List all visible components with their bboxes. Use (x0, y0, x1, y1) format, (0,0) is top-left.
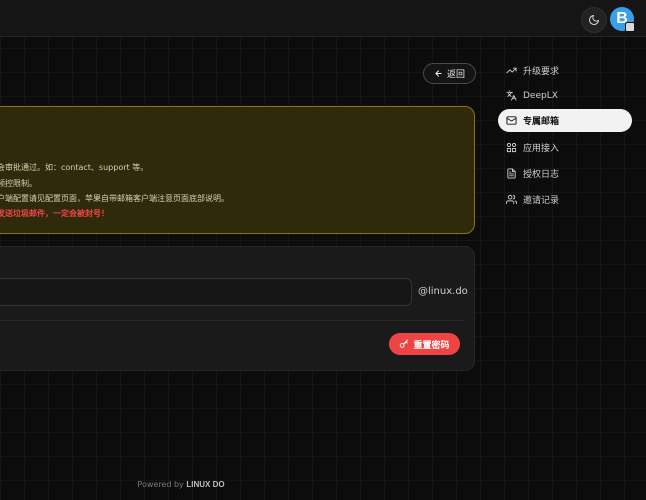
footer-prefix: Powered by (137, 480, 187, 489)
form-divider (0, 320, 463, 321)
key-icon (400, 339, 409, 348)
sidebar-item-label: 专属邮箱 (523, 117, 560, 127)
sidebar-item-email[interactable]: 专属邮箱 (498, 109, 632, 132)
back-button-label: 返回 (446, 70, 465, 80)
sidebar-item-upgrade[interactable]: 升级要求 (498, 59, 632, 82)
email-domain-suffix: @linux.do (418, 286, 468, 297)
translate-icon (506, 90, 517, 101)
notice-line-3: 客户端配置请见配置页面，苹果自带邮箱客户端注意页面底部说明。 (0, 194, 229, 203)
footer-brand-link[interactable]: LINUX DO (186, 480, 224, 489)
sidebar-item-label: 邀请记录 (523, 196, 560, 206)
notice-line-2: 信频控限制。 (0, 179, 37, 188)
sidebar-item-apps[interactable]: 应用接入 (498, 136, 632, 159)
notice-line-1: 不会审批通过。如：contact、support 等。 (0, 163, 149, 172)
avatar-badge (625, 22, 635, 32)
email-prefix-input[interactable] (0, 278, 412, 306)
sidebar-item-deeplx[interactable]: DeepLX (498, 84, 632, 107)
apps-icon (506, 142, 517, 153)
sidebar-item-label: DeepLX (523, 90, 558, 101)
sidebar-item-label: 升级要求 (523, 67, 560, 77)
footer: Powered by LINUX DO (0, 480, 362, 489)
users-icon (506, 194, 517, 205)
back-button[interactable]: 返回 (423, 63, 476, 84)
sidebar-item-invites[interactable]: 邀请记录 (498, 188, 632, 211)
sidebar-item-auth-log[interactable]: 授权日志 (498, 162, 632, 185)
arrow-left-icon (435, 70, 442, 77)
mail-icon (506, 116, 517, 125)
sidebar-item-label: 授权日志 (523, 170, 560, 180)
reset-password-button[interactable]: 重置密码 (389, 333, 460, 355)
moon-icon (589, 15, 599, 25)
file-text-icon (507, 168, 516, 179)
theme-toggle-button[interactable] (581, 7, 607, 33)
notice-box: 不会审批通过。如：contact、support 等。 信频控限制。 客户端配置… (0, 106, 475, 234)
top-navbar: B (0, 0, 646, 37)
sidebar-item-label: 应用接入 (523, 144, 560, 154)
trending-up-icon (506, 67, 517, 74)
notice-warning: 意发送垃圾邮件，一定会被封号！ (0, 209, 109, 218)
reset-password-label: 重置密码 (413, 340, 450, 351)
